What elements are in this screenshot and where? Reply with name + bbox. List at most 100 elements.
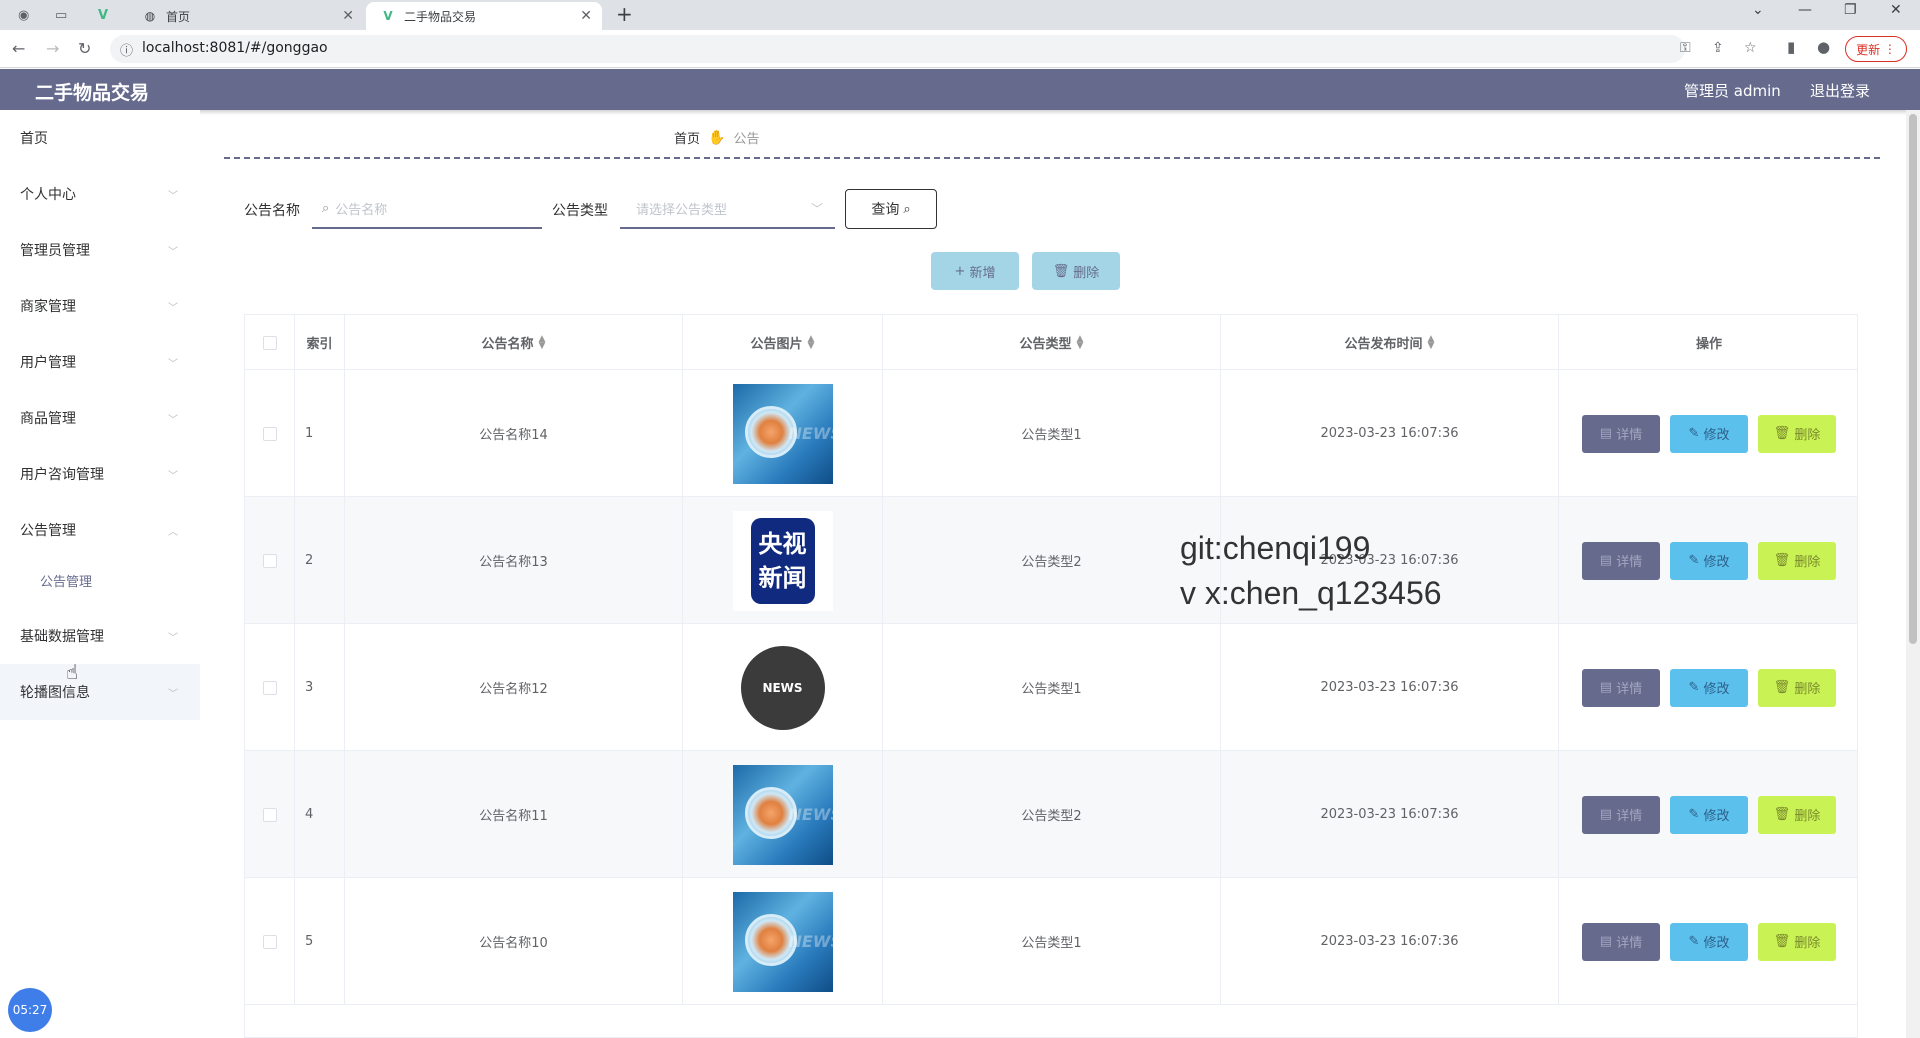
document-icon: ▤ xyxy=(1599,934,1613,949)
sidebar-item-consult[interactable]: 用户咨询管理 ﹀ xyxy=(0,446,200,502)
row-ops: ▤ 详情 ✎ 修改 🗑 删除 xyxy=(1559,370,1857,497)
sidebar-subitem-notice[interactable]: 公告管理 xyxy=(0,554,200,606)
col-time[interactable]: 公告发布时间 ▲ ▼ xyxy=(1221,315,1559,370)
name-search-input[interactable]: ⌕ 公告名称 xyxy=(312,189,542,229)
detail-button[interactable]: ▤ 详情 xyxy=(1582,541,1660,580)
delete-button[interactable]: 🗑 删除 xyxy=(1758,668,1836,707)
pencil-icon: ✎ xyxy=(1688,426,1700,441)
row-image-cell: NEWS xyxy=(683,624,883,751)
sidebar-item-profile[interactable]: 个人中心 ﹀ xyxy=(0,166,200,222)
notice-image[interactable]: NEWS xyxy=(732,637,833,738)
sidebar-item-merchants[interactable]: 商家管理 ﹀ xyxy=(0,278,200,334)
row-checkbox[interactable] xyxy=(262,680,277,695)
info-icon[interactable]: ⓘ xyxy=(120,40,133,59)
user-label: 管理员 admin xyxy=(1684,82,1781,100)
row-index: 5 xyxy=(295,878,345,1005)
close-icon[interactable]: ✕ xyxy=(580,8,592,24)
row-index: 4 xyxy=(295,751,345,878)
restore-icon[interactable]: ❐ xyxy=(1844,2,1857,18)
table-row: 1 公告名称14 NEWS 公告类型1 2023-03-23 16:07:36 … xyxy=(245,370,1857,497)
watermark: git:chenqi199 v x:chen_q123456 xyxy=(1180,530,1442,611)
tab-active[interactable]: V 二手物品交易 ✕ xyxy=(366,2,602,30)
row-checkbox[interactable] xyxy=(262,934,277,949)
delete-button[interactable]: 🗑 删除 xyxy=(1758,541,1836,580)
detail-button[interactable]: ▤ 详情 xyxy=(1582,795,1660,834)
notice-image[interactable]: NEWS xyxy=(732,383,833,484)
sidebar-item-basedata[interactable]: 基础数据管理 ﹀ xyxy=(0,608,200,664)
close-window-icon[interactable]: ✕ xyxy=(1890,2,1902,18)
chevron-down-icon: ﹀ xyxy=(168,246,178,258)
chevron-down-icon[interactable]: ⌄ xyxy=(1752,2,1764,18)
sort-icon[interactable]: ▲ ▼ xyxy=(1077,334,1084,350)
github-icon[interactable]: ◉ xyxy=(18,6,29,24)
col-ops: 操作 xyxy=(1695,337,1722,352)
detail-button[interactable]: ▤ 详情 xyxy=(1582,414,1660,453)
trash-icon: 🗑 xyxy=(1773,807,1791,822)
sidepanel-icon[interactable]: ▮ xyxy=(1787,38,1795,56)
key-icon[interactable]: ⚿ xyxy=(1680,40,1691,56)
minimize-icon[interactable]: — xyxy=(1798,2,1812,18)
col-name[interactable]: 公告名称 ▲ ▼ xyxy=(345,315,683,370)
notice-table: 索引 公告名称 ▲ ▼ 公告图片 ▲ ▼ 公告类型 ▲ ▼ 公告发布时间 ▲ ▼ 操作 1 公告… xyxy=(244,314,1858,1038)
row-checkbox[interactable] xyxy=(262,553,277,568)
row-checkbox[interactable] xyxy=(262,426,277,441)
delete-button[interactable]: 🗑 删除 xyxy=(1758,414,1836,453)
notice-image[interactable]: NEWS xyxy=(732,891,833,992)
update-button[interactable]: 更新 ⋮ xyxy=(1845,36,1907,62)
delete-button[interactable]: 🗑 删除 xyxy=(1758,922,1836,961)
row-name: 公告名称11 xyxy=(345,751,683,878)
url-field[interactable]: ⓘ localhost:8081/#/gonggao ⚿ ⇪ ☆ xyxy=(110,35,1757,63)
col-type[interactable]: 公告类型 ▲ ▼ xyxy=(883,315,1221,370)
trash-icon: 🗑 xyxy=(1773,426,1791,441)
edit-button[interactable]: ✎ 修改 xyxy=(1670,795,1748,834)
breadcrumb-home[interactable]: 首页 xyxy=(674,128,700,147)
close-icon[interactable]: ✕ xyxy=(342,8,354,24)
logout-link[interactable]: 退出登录 xyxy=(1810,80,1870,101)
breadcrumb-current: 公告 xyxy=(733,132,760,147)
chevron-down-icon: ﹀ xyxy=(168,302,178,314)
top-navbar: 二手物品交易 管理员 admin 退出登录 xyxy=(0,69,1920,110)
sort-icon[interactable]: ▲ ▼ xyxy=(1428,334,1435,350)
document-icon: ▤ xyxy=(1599,553,1613,568)
back-icon[interactable]: ← xyxy=(12,39,25,58)
profile-icon[interactable]: ● xyxy=(1817,38,1830,56)
sidebar-item-carousel[interactable]: 轮播图信息 ﹀ xyxy=(0,664,200,720)
notice-image[interactable]: NEWS xyxy=(732,764,833,865)
type-select[interactable]: 请选择公告类型 ﹀ xyxy=(620,189,835,229)
delete-button[interactable]: 🗑 删除 xyxy=(1758,795,1836,834)
detail-button[interactable]: ▤ 详情 xyxy=(1582,922,1660,961)
search-icon: ⌕ xyxy=(322,200,330,216)
forward-icon[interactable]: → xyxy=(46,39,59,58)
star-icon[interactable]: ☆ xyxy=(1744,40,1757,56)
new-tab-button[interactable]: + xyxy=(616,2,633,26)
vue-icon: V xyxy=(383,9,393,23)
edit-button[interactable]: ✎ 修改 xyxy=(1670,922,1748,961)
notice-image[interactable]: 央视 新闻 xyxy=(732,510,833,611)
edit-button[interactable]: ✎ 修改 xyxy=(1670,668,1748,707)
edit-button[interactable]: ✎ 修改 xyxy=(1670,541,1748,580)
sidebar-item-admins[interactable]: 管理员管理 ﹀ xyxy=(0,222,200,278)
detail-button[interactable]: ▤ 详情 xyxy=(1582,668,1660,707)
query-button[interactable]: 查询 ⌕ xyxy=(845,189,937,229)
share-icon[interactable]: ⇪ xyxy=(1712,40,1724,56)
sort-icon[interactable]: ▲ ▼ xyxy=(539,334,546,350)
row-time: 2023-03-23 16:07:36 xyxy=(1221,751,1559,878)
col-image[interactable]: 公告图片 ▲ ▼ xyxy=(683,315,883,370)
scrollbar[interactable] xyxy=(1906,110,1920,1038)
vue-icon[interactable]: V xyxy=(98,6,108,24)
name-filter-label: 公告名称 xyxy=(244,203,300,219)
sidebar-item-goods[interactable]: 商品管理 ﹀ xyxy=(0,390,200,446)
select-all-checkbox[interactable] xyxy=(262,335,277,350)
reload-icon[interactable]: ↻ xyxy=(78,39,91,58)
folder-icon[interactable]: ▭ xyxy=(55,6,67,24)
add-button[interactable]: + 新增 xyxy=(931,252,1019,290)
row-checkbox[interactable] xyxy=(262,807,277,822)
tab-home[interactable]: ◍ 首页 ✕ xyxy=(128,2,364,30)
sidebar-item-users[interactable]: 用户管理 ﹀ xyxy=(0,334,200,390)
edit-button[interactable]: ✎ 修改 xyxy=(1670,414,1748,453)
sidebar-item-home[interactable]: 首页 xyxy=(0,110,200,166)
sort-icon[interactable]: ▲ ▼ xyxy=(808,334,815,350)
batch-delete-button[interactable]: 🗑 删除 xyxy=(1032,252,1120,290)
sidebar-item-notice[interactable]: 公告管理 ︿ xyxy=(0,502,200,558)
scrollbar-thumb[interactable] xyxy=(1909,114,1917,644)
